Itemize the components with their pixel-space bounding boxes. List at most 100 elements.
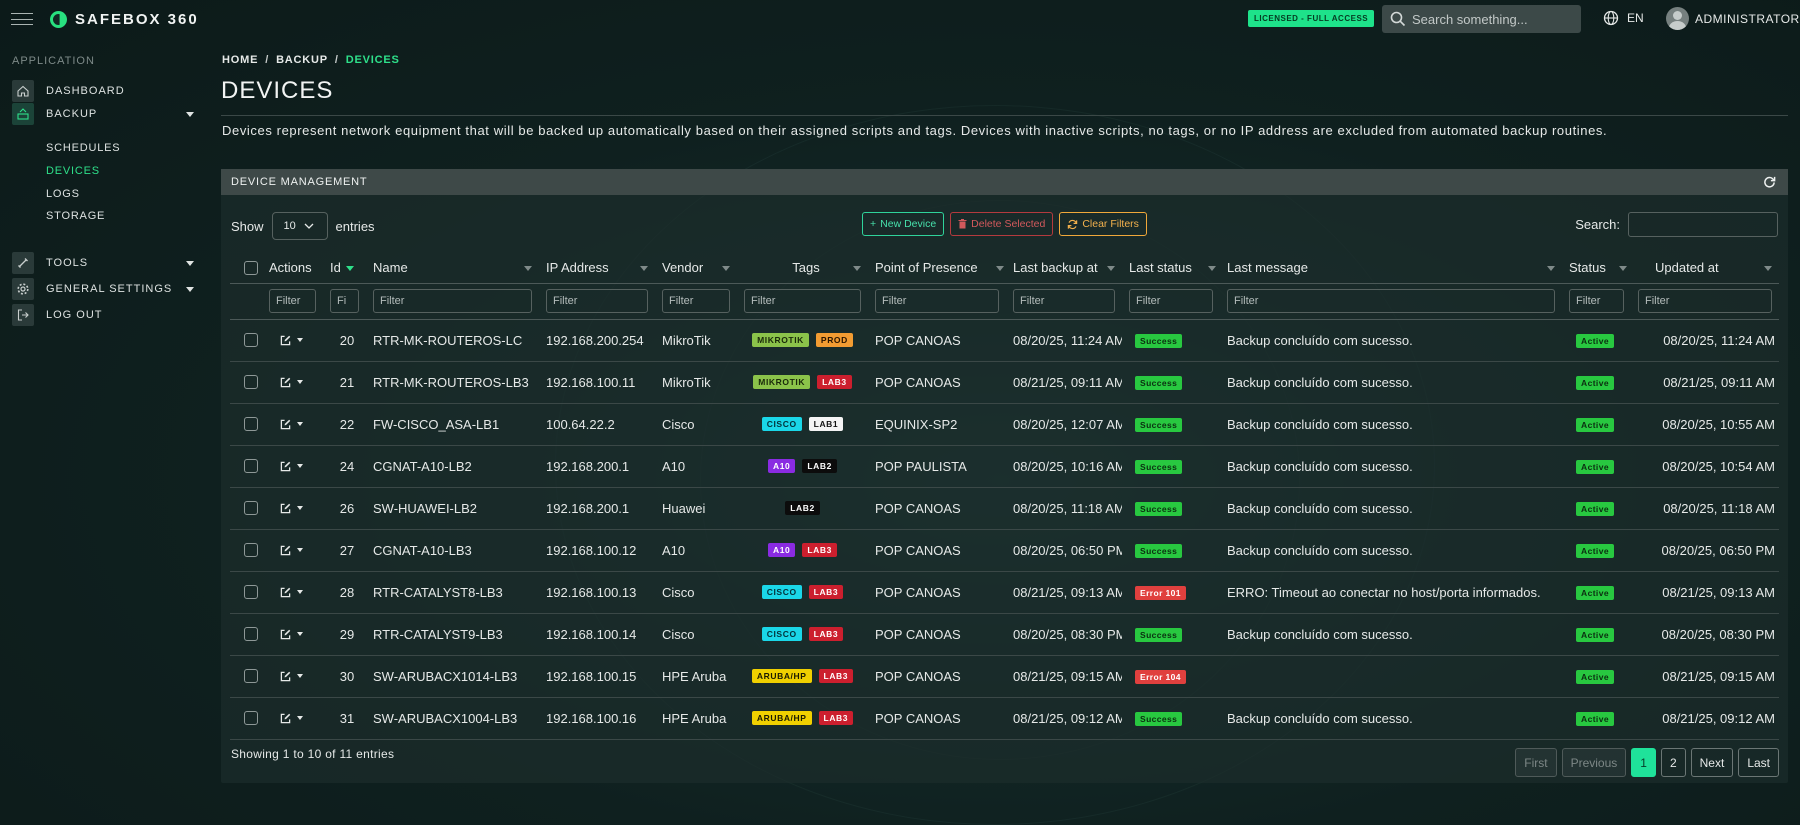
filter-tags[interactable]: Filter (744, 289, 861, 313)
filter-updated-at[interactable]: Filter (1638, 289, 1772, 313)
global-search[interactable] (1382, 5, 1581, 33)
row-checkbox[interactable] (244, 333, 258, 347)
caret-down-icon[interactable] (297, 464, 303, 468)
edit-icon[interactable] (280, 335, 291, 346)
sidebar-item-dashboard[interactable]: DASHBOARD (12, 80, 198, 102)
filter-ip[interactable]: Filter (546, 289, 648, 313)
caret-down-icon[interactable] (297, 716, 303, 720)
filter-last-message[interactable]: Filter (1227, 289, 1555, 313)
filter-last-backup[interactable]: Filter (1013, 289, 1115, 313)
global-search-input[interactable] (1412, 11, 1572, 27)
edit-icon[interactable] (280, 629, 291, 640)
col-updated-at[interactable]: Updated at (1631, 253, 1779, 284)
caret-down-icon[interactable] (297, 590, 303, 594)
table-row[interactable]: 30 SW-ARUBACX1014-LB3 192.168.100.15 HPE Ar… (230, 655, 1779, 698)
row-checkbox[interactable] (244, 501, 258, 515)
row-checkbox[interactable] (244, 669, 258, 683)
page-1-button[interactable]: 1 (1631, 748, 1656, 777)
plus-icon: + (870, 218, 877, 230)
filter-actions[interactable]: Filter (269, 289, 316, 313)
user-menu[interactable]: ADMINISTRATOR (1666, 7, 1800, 30)
edit-icon[interactable] (280, 503, 291, 514)
col-status[interactable]: Status (1562, 253, 1631, 284)
filter-last-status[interactable]: Filter (1129, 289, 1213, 313)
caret-down-icon[interactable] (297, 380, 303, 384)
row-checkbox[interactable] (244, 375, 258, 389)
table-row[interactable]: 26 SW-HUAWEI-LB2 192.168.200.1 Huawei LAB2 PO… (230, 487, 1779, 530)
col-name[interactable]: Name (366, 253, 539, 284)
page-next-button[interactable]: Next (1690, 748, 1734, 777)
caret-down-icon[interactable] (297, 506, 303, 510)
edit-icon[interactable] (280, 587, 291, 598)
breadcrumb-home[interactable]: HOME (222, 54, 258, 66)
row-checkbox[interactable] (244, 459, 258, 473)
delete-selected-button[interactable]: Delete Selected (950, 212, 1054, 236)
col-vendor[interactable]: Vendor (655, 253, 737, 284)
row-checkbox[interactable] (244, 711, 258, 725)
sidebar-item-backup[interactable]: BACKUP (12, 103, 198, 125)
caret-down-icon[interactable] (297, 338, 303, 342)
row-checkbox[interactable] (244, 543, 258, 557)
col-id[interactable]: Id (323, 253, 366, 284)
col-last-message[interactable]: Last message (1220, 253, 1562, 284)
edit-icon[interactable] (280, 545, 291, 556)
table-row[interactable]: 22 FW-CISCO_ASA-LB1 100.64.22.2 Cisco CISCO L… (230, 403, 1779, 446)
menu-icon[interactable] (11, 13, 33, 25)
page-last-button[interactable]: Last (1738, 748, 1779, 777)
page-previous-button[interactable]: Previous (1561, 748, 1627, 777)
edit-icon[interactable] (280, 419, 291, 430)
cell-tags: CISCO LAB1 (737, 403, 868, 446)
status-badge: Success (1135, 544, 1183, 558)
caret-down-icon[interactable] (297, 422, 303, 426)
table-search-input[interactable] (1628, 212, 1778, 237)
edit-icon[interactable] (280, 713, 291, 724)
filter-id[interactable]: Fi (330, 289, 359, 313)
col-last-backup[interactable]: Last backup at (1006, 253, 1122, 284)
sidebar-item-tools[interactable]: TOOLS (12, 252, 198, 274)
language-selector[interactable]: EN (1603, 10, 1644, 26)
row-checkbox[interactable] (244, 585, 258, 599)
filter-vendor[interactable]: Filter (662, 289, 730, 313)
refresh-icon[interactable] (1763, 175, 1776, 188)
table-row[interactable]: 29 RTR-CATALYST9-LB3 192.168.100.14 Cisco CI… (230, 613, 1779, 656)
col-ip[interactable]: IP Address (539, 253, 655, 284)
table-row[interactable]: 20 RTR-MK-ROUTEROS-LC 192.168.200.254 Mikro… (230, 319, 1779, 362)
row-checkbox[interactable] (244, 417, 258, 431)
table-row[interactable]: 24 CGNAT-A10-LB2 192.168.200.1 A10 A10 LAB2 PO… (230, 445, 1779, 488)
col-last-status[interactable]: Last status (1122, 253, 1220, 284)
cell-tags: ARUBA/HP LAB3 (737, 697, 868, 740)
select-all-checkbox[interactable] (244, 260, 258, 275)
sidebar-item-schedules[interactable]: SCHEDULES (46, 142, 120, 154)
row-checkbox[interactable] (244, 627, 258, 641)
cell-id: 22 (323, 403, 366, 446)
filter-pop[interactable]: Filter (875, 289, 999, 313)
edit-icon[interactable] (280, 671, 291, 682)
breadcrumb-backup[interactable]: BACKUP (276, 54, 328, 66)
sidebar-item-logs[interactable]: LOGS (46, 188, 80, 200)
col-tags[interactable]: Tags (737, 253, 868, 284)
edit-icon[interactable] (280, 377, 291, 388)
sidebar-item-logout[interactable]: LOG OUT (12, 304, 198, 326)
tag-badge: MIKROTIK (753, 375, 811, 389)
caret-down-icon[interactable] (297, 548, 303, 552)
filter-status[interactable]: Filter (1569, 289, 1624, 313)
clear-filters-button[interactable]: Clear Filters (1059, 212, 1147, 236)
caret-down-icon[interactable] (297, 674, 303, 678)
edit-icon[interactable] (280, 461, 291, 472)
table-row[interactable]: 21 RTR-MK-ROUTEROS-LB3 192.168.100.11 Mikro… (230, 361, 1779, 404)
table-row[interactable]: 31 SW-ARUBACX1004-LB3 192.168.100.16 HPE Ar… (230, 697, 1779, 740)
entries-select[interactable]: 10 (271, 212, 328, 240)
sort-icon (853, 266, 861, 271)
table-row[interactable]: 28 RTR-CATALYST8-LB3 192.168.100.13 Cisco CI… (230, 571, 1779, 614)
page-2-button[interactable]: 2 (1660, 748, 1686, 777)
filter-name[interactable]: Filter (373, 289, 532, 313)
sidebar-item-devices[interactable]: DEVICES (46, 165, 100, 177)
new-device-button[interactable]: + New Device (862, 212, 945, 236)
page-first-button[interactable]: First (1515, 748, 1557, 777)
table-row[interactable]: 27 CGNAT-A10-LB3 192.168.100.12 A10 A10 LAB3 P… (230, 529, 1779, 572)
col-pop[interactable]: Point of Presence (868, 253, 1006, 284)
sidebar-item-general-settings[interactable]: GENERAL SETTINGS (12, 278, 198, 300)
sidebar-item-storage[interactable]: STORAGE (46, 210, 105, 222)
caret-down-icon[interactable] (297, 632, 303, 636)
cell-status: Active (1562, 487, 1631, 530)
